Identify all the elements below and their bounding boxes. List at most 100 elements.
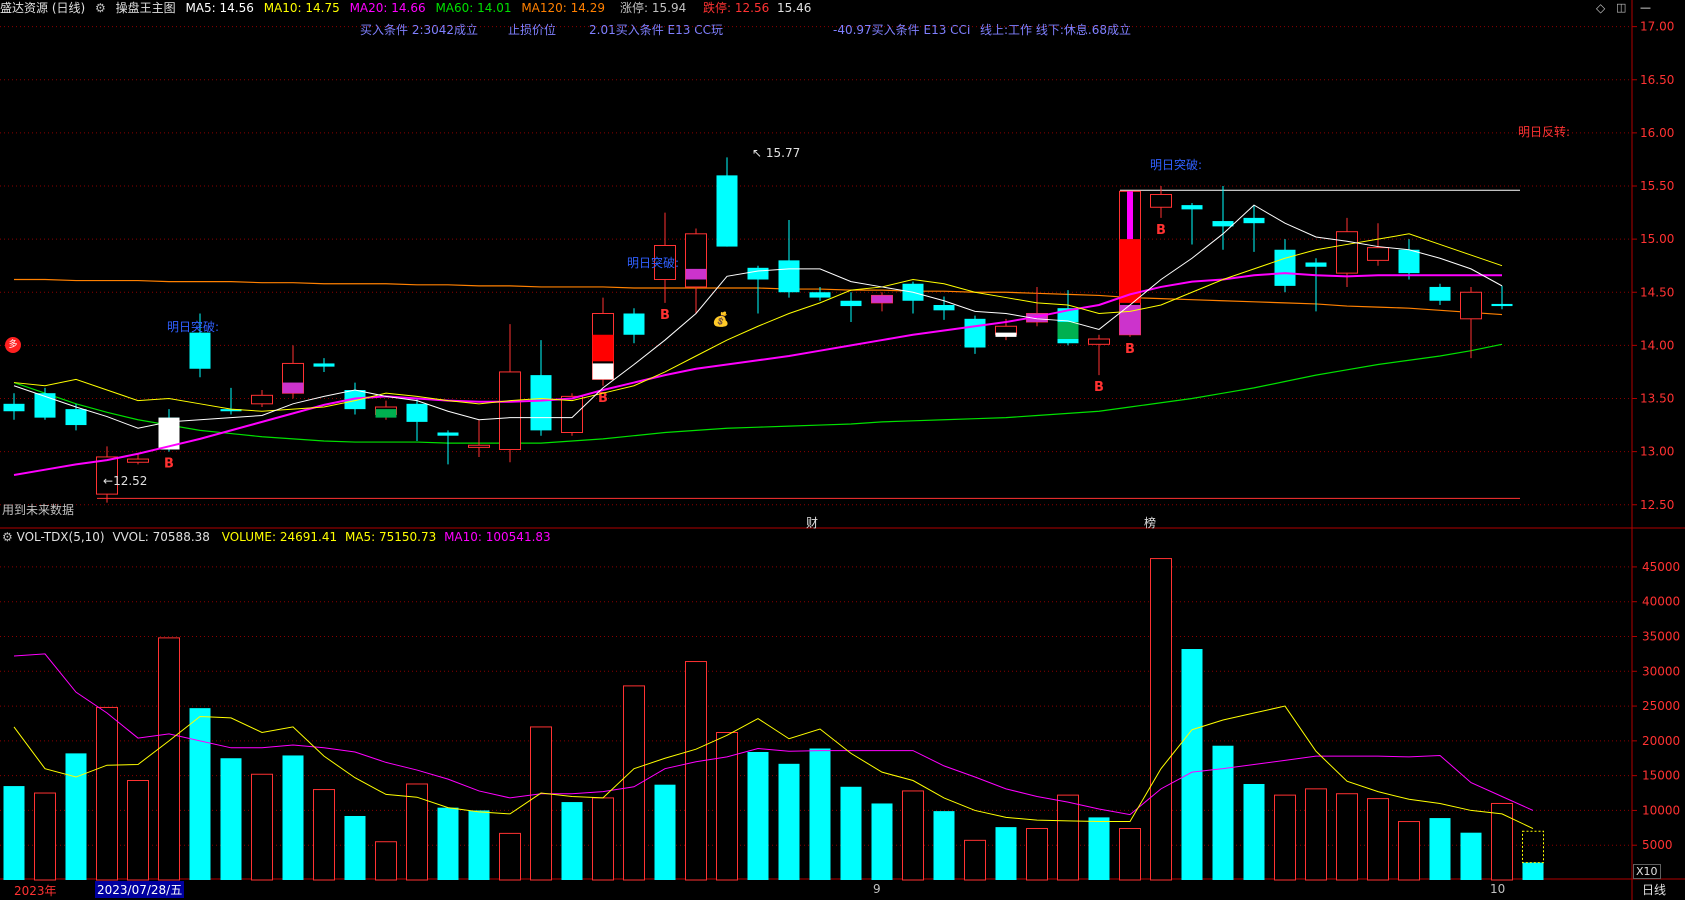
volume-bar [375, 841, 397, 881]
volume-bar [1305, 788, 1327, 881]
money-bag-icon[interactable]: 💰 [712, 312, 729, 328]
volume-bar [902, 790, 924, 881]
price-tick-label: 14.00 [1640, 338, 1674, 352]
candle-body [1181, 205, 1203, 210]
volume-settings-icon[interactable]: ⚙ [2, 530, 13, 544]
candle-body [1460, 291, 1482, 320]
ma10-series [13, 233, 1503, 412]
candle-body [499, 371, 521, 450]
volume-bar [313, 789, 335, 881]
highlighted-candle [375, 409, 397, 418]
volume-bar [1367, 798, 1389, 881]
price-tick-label: 13.50 [1640, 392, 1674, 406]
highlighted-candle [282, 382, 304, 394]
volume-bar [809, 748, 831, 880]
tomorrow-break-label-1: 明日突破: [1150, 158, 1203, 172]
volume-bar [3, 786, 25, 880]
buy-marker: B [660, 308, 670, 323]
candle-body [1305, 262, 1327, 267]
year-label: 2023年 [14, 884, 57, 898]
volume-bar [189, 708, 211, 880]
price-tick-label: 17.00 [1640, 20, 1674, 34]
candle-body [437, 432, 459, 436]
price-tick-label: 15.50 [1640, 179, 1674, 193]
volume-bar [840, 786, 862, 880]
cursor-date: 2023/07/28/五 [95, 881, 185, 898]
volume-indicator-name[interactable]: VOL-TDX(5,10) [17, 530, 105, 544]
volume-tick-label: 45000 [1642, 560, 1680, 574]
duo-badge: 多 [5, 337, 21, 353]
volume-bar [1212, 745, 1234, 880]
stock-chart[interactable]: BBBBBB 12.5013.0013.5014.0014.5015.0015.… [0, 0, 1685, 900]
candle-body [1429, 286, 1451, 301]
price-tick-label: 16.00 [1640, 126, 1674, 140]
volume-bar [406, 783, 428, 881]
volume-bar [1243, 783, 1265, 880]
candle-body [1336, 231, 1358, 274]
candle-body [933, 305, 955, 311]
volume-bar [592, 797, 614, 881]
low-price-label: ←12.52 [103, 474, 148, 488]
volume-bar [34, 792, 56, 881]
volume-bar [499, 832, 521, 881]
volume-bar [1119, 828, 1141, 881]
candle-body [623, 313, 645, 335]
volume-bar [1460, 832, 1482, 880]
volume-tick-label: 35000 [1642, 629, 1680, 643]
candle-body [1274, 249, 1296, 286]
volume-bar [96, 706, 118, 881]
candle-body [1367, 247, 1389, 261]
month-9-label: 9 [873, 882, 881, 896]
volume-bar [1398, 821, 1420, 881]
ranking-marker[interactable]: 榜 [1144, 514, 1156, 531]
volume-axis: 5000 10000 15000 20000 25000 30000 35000 40000 4… [1632, 560, 1680, 852]
volume-bar [1522, 862, 1544, 880]
volume-bar [1181, 649, 1203, 880]
finance-marker[interactable]: 财 [806, 514, 818, 531]
candle-body [406, 403, 428, 422]
volume-bar [344, 815, 366, 880]
volume-bar [964, 839, 986, 881]
volume-bar [65, 753, 87, 880]
volume-bar [1491, 802, 1513, 881]
tomorrow-break-label-3: 明日突破: [167, 320, 220, 334]
highlighted-candle [995, 332, 1017, 337]
vol-ma10-readout: MA10: 100541.83 [444, 530, 551, 544]
candle-body [840, 300, 862, 307]
high-price-label: ↖ 15.77 [752, 146, 801, 160]
zoom-x10-button[interactable]: X10 [1633, 864, 1661, 879]
volume-bar [1336, 793, 1358, 881]
price-axis: 12.50 13.00 13.50 14.00 14.50 15.00 15.50 16.00… [1632, 20, 1674, 512]
volume-tick-label: 25000 [1642, 699, 1680, 713]
candle-body [1243, 217, 1265, 224]
price-tick-label: 16.50 [1640, 73, 1674, 87]
volume-forecast-box [1522, 830, 1544, 864]
volume-bar [1150, 558, 1172, 881]
volume-bar [158, 637, 180, 881]
volume-bar [530, 726, 552, 881]
candle-body [1150, 194, 1172, 208]
buy-marker: B [1125, 342, 1135, 357]
candle-body [251, 394, 273, 405]
candle-body [313, 363, 335, 367]
volume-bar [127, 780, 149, 881]
volume-tick-label: 5000 [1642, 838, 1673, 852]
candle-body [3, 403, 25, 412]
chart-grid [0, 0, 1685, 900]
tomorrow-reversal-label: 明日反转: [1518, 125, 1571, 139]
volume-bar [871, 803, 893, 880]
candle-body [530, 375, 552, 431]
period-button[interactable]: 日线 [1642, 881, 1666, 898]
candle-body [468, 444, 490, 448]
highlighted-candle [592, 363, 614, 380]
volume-readout: VOLUME: 24691.41 [221, 530, 338, 544]
volume-tick-label: 10000 [1642, 803, 1680, 817]
candle-body [1491, 303, 1513, 307]
volume-bar [468, 810, 490, 880]
vol-ma5-readout: MA5: 75150.73 [344, 530, 437, 544]
candle-body [1088, 338, 1110, 345]
volume-bar [933, 811, 955, 880]
candle-body [1398, 249, 1420, 274]
volume-bar [995, 827, 1017, 880]
volume-bar [437, 807, 459, 880]
